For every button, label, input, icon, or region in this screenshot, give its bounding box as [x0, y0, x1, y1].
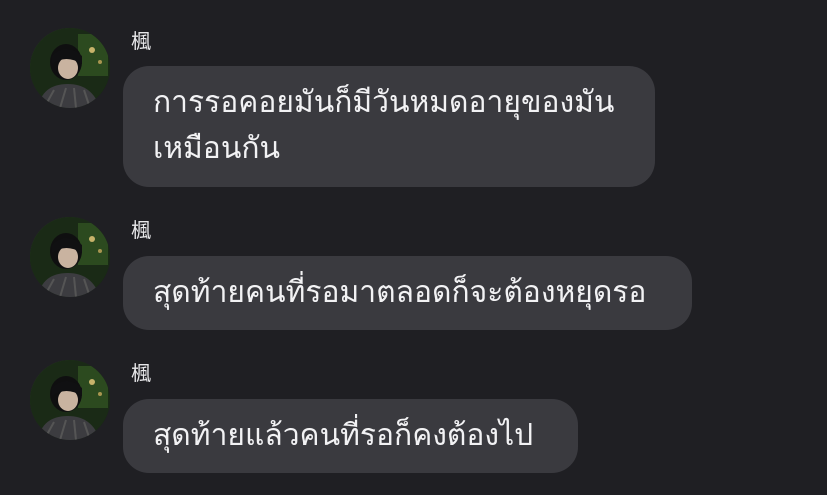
- avatar[interactable]: [30, 217, 110, 297]
- message-bubble[interactable]: การรอคอยมันก็มีวันหมดอายุของมัน เหมือนกั…: [123, 66, 655, 187]
- avatar-photo-icon: [30, 360, 110, 440]
- avatar-photo-icon: [30, 28, 110, 108]
- sender-name: 楓: [131, 218, 151, 242]
- chat-thread: 楓 การรอคอยมันก็มีวันหมดอายุของมัน เหมือน…: [0, 0, 827, 495]
- message-bubble[interactable]: สุดท้ายแล้วคนที่รอก็คงต้องไป: [123, 399, 578, 473]
- avatar[interactable]: [30, 360, 110, 440]
- sender-name: 楓: [131, 361, 151, 385]
- avatar[interactable]: [30, 28, 110, 108]
- sender-name: 楓: [131, 29, 151, 53]
- message-bubble[interactable]: สุดท้ายคนที่รอมาตลอดก็จะต้องหยุดรอ: [123, 256, 692, 330]
- avatar-photo-icon: [30, 217, 110, 297]
